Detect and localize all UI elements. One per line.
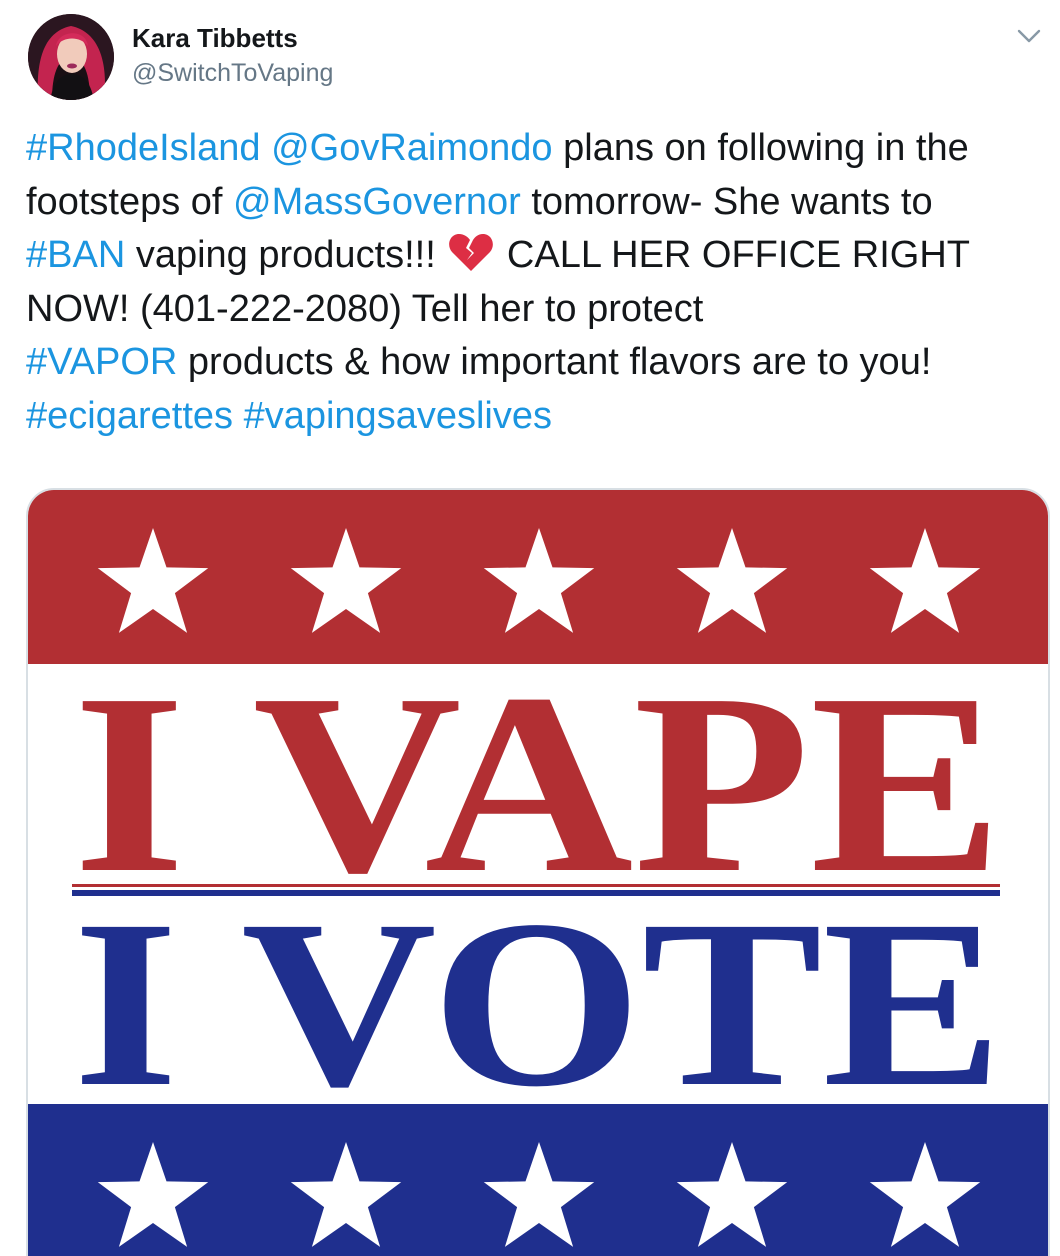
tweet-text-segment: vaping products!!!: [125, 234, 447, 276]
tweet-text-line: NOW! (401-222-2080) Tell her to protect: [26, 283, 1056, 337]
author-name[interactable]: Kara Tibbetts: [132, 22, 298, 54]
hashtag-link[interactable]: #BAN: [26, 234, 125, 276]
tweet-text-line: #RhodeIsland @GovRaimondo plans on follo…: [26, 122, 1056, 176]
tweet-text-line: #VAPOR products & how important flavors …: [26, 336, 1056, 390]
avatar[interactable]: [28, 14, 114, 100]
tweet-text-segment: [261, 127, 272, 169]
mention-link[interactable]: @GovRaimondo: [271, 127, 552, 169]
poster-line-2: I VOTE: [73, 870, 1003, 1136]
tweet-text-segment: tomorrow- She wants to: [520, 180, 933, 223]
hashtag-link[interactable]: #ecigarettes: [26, 395, 233, 437]
chevron-down-icon[interactable]: [1014, 24, 1044, 48]
hashtag-link[interactable]: #RhodeIsland: [26, 127, 261, 169]
tweet-media-image[interactable]: I VAPE I VOTE: [26, 488, 1050, 1256]
tweet-text-line: #ecigarettes #vapingsaveslives: [26, 390, 1056, 444]
tweet-text-line: footsteps of @MassGovernor tomorrow- She…: [26, 176, 1056, 230]
tweet-text-segment: footsteps of: [26, 180, 234, 223]
tweet-text-segment: plans on following in the: [552, 127, 969, 169]
tweet-text-segment: NOW! (401-222-2080) Tell her to protect: [26, 287, 704, 330]
tweet-text-segment: products & how important flavors are to …: [177, 341, 932, 383]
tweet-text-segment: CALL HER OFFICE RIGHT: [496, 234, 971, 276]
hashtag-link[interactable]: #vapingsaveslives: [244, 395, 552, 437]
tweet-text: #RhodeIsland @GovRaimondo plans on follo…: [26, 122, 1056, 443]
author-handle[interactable]: @SwitchToVaping: [132, 58, 333, 88]
tweet-text-line: #BAN vaping products!!! CALL HER OFFICE …: [26, 229, 1056, 283]
broken-heart-icon: [448, 231, 494, 273]
mention-link[interactable]: @MassGovernor: [233, 181, 521, 223]
tweet-text-segment: [233, 395, 244, 437]
tweet-card: Kara Tibbetts @SwitchToVaping #RhodeIsla…: [0, 0, 1060, 1256]
hashtag-link[interactable]: #VAPOR: [26, 341, 177, 383]
